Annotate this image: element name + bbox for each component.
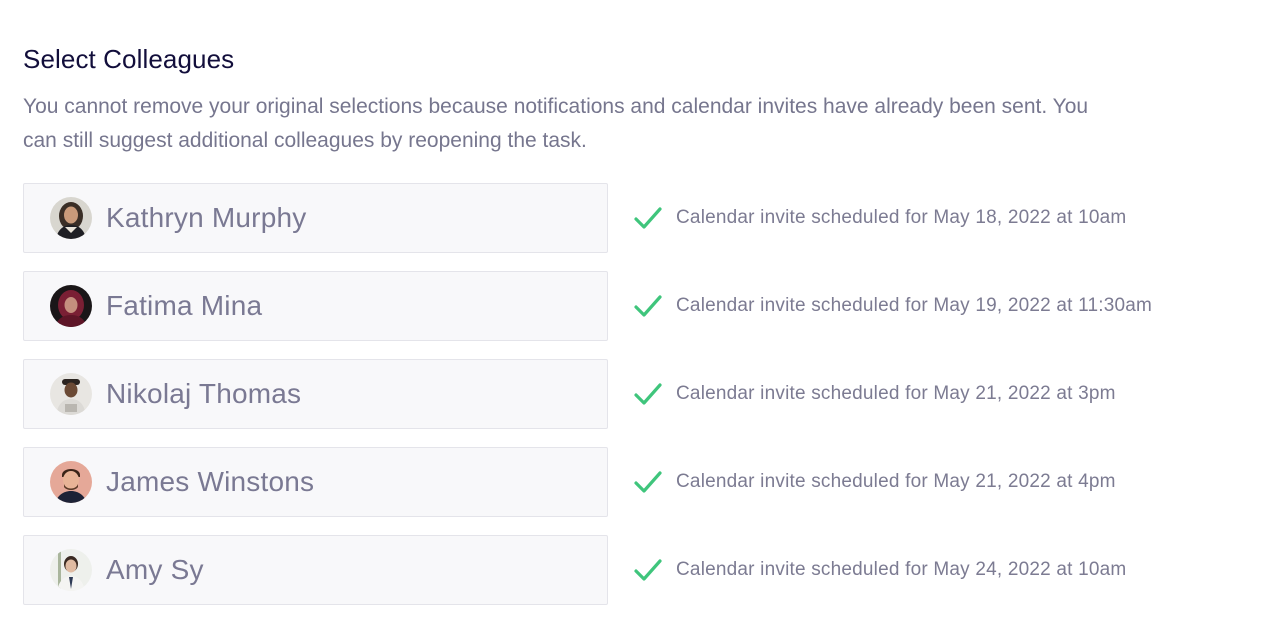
colleague-row: Amy Sy Calendar invite scheduled for May…: [23, 534, 1243, 606]
invite-status: Calendar invite scheduled for May 21, 20…: [632, 378, 1116, 410]
colleague-row: Nikolaj Thomas Calendar invite scheduled…: [23, 358, 1243, 430]
colleague-row: Kathryn Murphy Calendar invite scheduled…: [23, 182, 1243, 254]
avatar: [50, 285, 92, 327]
colleague-name: James Winstons: [106, 466, 315, 497]
select-colleagues-panel: Select Colleagues You cannot remove your…: [23, 40, 1243, 622]
colleague-card-kathryn-murphy[interactable]: Kathryn Murphy: [23, 183, 608, 253]
colleague-list: Kathryn Murphy Calendar invite scheduled…: [23, 182, 1243, 606]
check-icon: [634, 383, 662, 405]
colleague-row: Fatima Mina Calendar invite scheduled fo…: [23, 270, 1243, 342]
colleague-card-fatima-mina[interactable]: Fatima Mina: [23, 271, 608, 341]
invite-status: Calendar invite scheduled for May 24, 20…: [632, 554, 1126, 586]
check-icon: [634, 207, 662, 229]
colleague-name: Kathryn Murphy: [106, 202, 307, 233]
invite-status-text: Calendar invite scheduled for May 18, 20…: [676, 207, 1127, 228]
invite-status-text: Calendar invite scheduled for May 21, 20…: [676, 383, 1116, 404]
colleague-name: Amy Sy: [106, 554, 204, 585]
colleague-name: Fatima Mina: [106, 290, 263, 321]
page-title: Select Colleagues: [23, 44, 235, 74]
invite-status: Calendar invite scheduled for May 21, 20…: [632, 466, 1116, 498]
avatar: [50, 549, 92, 591]
colleague-name: Nikolaj Thomas: [106, 378, 302, 409]
colleague-row: James Winstons Calendar invite scheduled…: [23, 446, 1243, 518]
invite-status: Calendar invite scheduled for May 18, 20…: [632, 202, 1126, 234]
invite-status: Calendar invite scheduled for May 19, 20…: [632, 290, 1152, 322]
page-description: You cannot remove your original selectio…: [23, 95, 1089, 152]
check-icon: [634, 471, 662, 493]
avatar: [50, 373, 92, 415]
avatar: [50, 197, 92, 239]
colleague-card-nikolaj-thomas[interactable]: Nikolaj Thomas: [23, 359, 608, 429]
check-icon: [634, 295, 662, 317]
invite-status-text: Calendar invite scheduled for May 24, 20…: [676, 559, 1127, 580]
invite-status-text: Calendar invite scheduled for May 19, 20…: [676, 295, 1153, 316]
invite-status-text: Calendar invite scheduled for May 21, 20…: [676, 471, 1116, 492]
avatar: [50, 461, 92, 503]
colleague-card-amy-sy[interactable]: Amy Sy: [23, 535, 608, 605]
colleague-card-james-winstons[interactable]: James Winstons: [23, 447, 608, 517]
check-icon: [634, 559, 662, 581]
